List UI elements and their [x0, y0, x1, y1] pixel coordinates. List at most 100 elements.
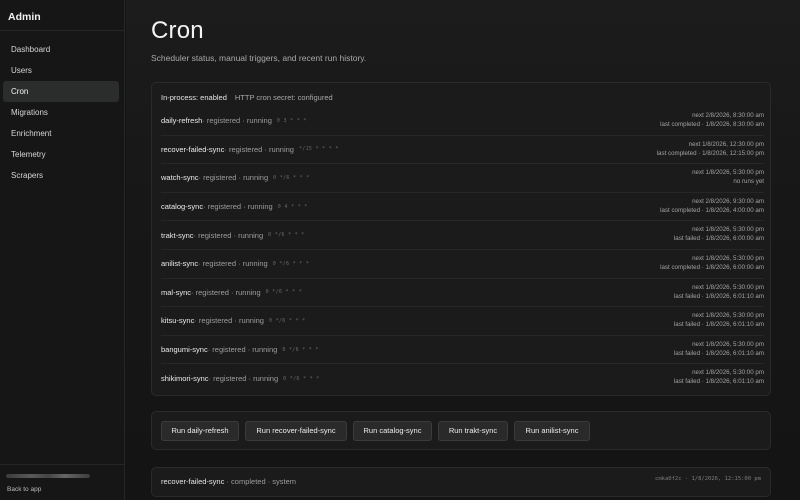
job-state: · registered · running — [194, 316, 264, 326]
scheduler-status: In-process: enabled HTTP cron secret: con… — [161, 93, 333, 102]
sidebar-item-dashboard[interactable]: Dashboard — [3, 39, 119, 60]
job-state: · registered · running — [198, 259, 268, 269]
sidebar-nav: Dashboard Users Cron Migrations Enrichme… — [0, 31, 124, 186]
run-id-timestamp: cmka0f2c · 1/8/2026, 12:15:00 pm — [655, 476, 761, 482]
job-row: daily-refresh · registered · running 0 3 … — [161, 107, 764, 136]
job-state: · registered · running — [191, 287, 261, 297]
app-title: Admin — [0, 0, 124, 31]
job-state: · registered · running — [208, 374, 279, 384]
job-times: next 1/8/2026, 5:30:00 pm last failed · 1… — [674, 225, 764, 243]
job-last-run: last completed · 1/8/2026, 6:00:00 am — [660, 264, 764, 271]
job-times: next 1/8/2026, 12:30:00 pm last completed… — [657, 140, 764, 158]
sidebar-item-scrapers[interactable]: Scrapers — [3, 165, 119, 186]
job-name: watch-sync — [161, 173, 199, 183]
job-next-run: next 2/8/2026, 8:30:00 am — [692, 112, 764, 119]
job-last-run: last failed · 1/8/2026, 6:00:00 am — [673, 235, 764, 243]
run-recover-failed-sync-button[interactable]: Run recover-failed-sync — [245, 421, 347, 441]
job-next-run: next 1/8/2026, 5:30:00 pm — [692, 255, 764, 262]
job-schedule: 0 */6 * * * — [283, 375, 320, 382]
job-last-run: last failed · 1/8/2026, 6:01:10 am — [673, 292, 764, 300]
job-name: shikimori-sync — [161, 374, 209, 384]
job-schedule: 0 */6 * * * — [273, 174, 310, 181]
job-row: catalog-sync · registered · running 0 4 *… — [161, 193, 764, 222]
run-anilist-sync-button[interactable]: Run anilist-sync — [514, 421, 590, 441]
job-state: · registered · running — [193, 230, 264, 240]
page-title: Cron — [151, 17, 204, 44]
job-row: recover-failed-sync · registered · runni… — [161, 136, 764, 165]
job-info: kitsu-sync · registered · running 0 */6 *… — [161, 307, 305, 335]
job-times: next 1/8/2026, 5:30:00 pm last failed · 1… — [674, 368, 764, 386]
job-name: mal-sync — [161, 287, 192, 297]
sidebar-item-enrichment[interactable]: Enrichment — [3, 123, 119, 144]
run-history-panel: recover-failed-sync · completed · system… — [151, 467, 771, 497]
job-name: kitsu-sync — [161, 316, 195, 326]
manual-triggers-panel: Run daily-refresh Run recover-failed-syn… — [151, 411, 771, 450]
job-last-run: last completed · 1/8/2026, 4:00:00 am — [660, 206, 764, 214]
job-name: bangumi-sync — [161, 345, 208, 355]
jobs-panel: In-process: enabled HTTP cron secret: con… — [151, 82, 771, 396]
job-name: daily-refresh — [161, 116, 203, 126]
job-last-run: last failed · 1/8/2026, 6:01:10 am — [673, 349, 764, 357]
job-last-run: no runs yet — [733, 178, 764, 186]
job-row: watch-sync · registered · running 0 */6 *… — [161, 164, 764, 193]
run-trakt-sync-button[interactable]: Run trakt-sync — [438, 421, 508, 441]
job-name: catalog-sync — [161, 202, 204, 212]
job-state: · registered · running — [224, 144, 294, 154]
job-next-run: next 2/8/2026, 9:30:00 am — [692, 197, 764, 205]
sidebar-item-migrations[interactable]: Migrations — [3, 102, 119, 123]
job-info: daily-refresh · registered · running 0 3 … — [161, 107, 307, 135]
run-catalog-sync-button[interactable]: Run catalog-sync — [353, 421, 432, 441]
job-info: catalog-sync · registered · running 0 4 *… — [161, 193, 308, 221]
job-schedule: 0 */6 * * * — [282, 346, 319, 353]
job-schedule: 0 */6 * * * — [265, 289, 303, 296]
user-email-redacted — [6, 474, 90, 478]
job-name: recover-failed-sync — [161, 144, 225, 154]
job-row: shikimori-sync · registered · running 0 *… — [161, 364, 764, 393]
sidebar: Admin Dashboard Users Cron Migrations En… — [0, 0, 125, 500]
job-name: trakt-sync — [161, 230, 194, 240]
job-schedule: 0 */6 * * * — [268, 317, 306, 324]
job-state: · registered · running — [202, 116, 272, 126]
job-state: · registered · running — [198, 173, 269, 183]
job-last-run: last completed · 1/8/2026, 8:30:00 am — [660, 121, 764, 128]
job-next-run: next 1/8/2026, 5:30:00 pm — [692, 312, 764, 320]
job-row: bangumi-sync · registered · running 0 */6… — [161, 336, 764, 365]
sidebar-item-users[interactable]: Users — [3, 60, 119, 81]
job-info: mal-sync · registered · running 0 */6 * *… — [161, 279, 302, 307]
job-times: next 1/8/2026, 5:30:00 pm last failed · 1… — [674, 340, 764, 358]
job-schedule: 0 3 * * * — [276, 117, 307, 124]
job-next-run: next 1/8/2026, 5:30:00 pm — [692, 369, 764, 377]
run-daily-refresh-button[interactable]: Run daily-refresh — [161, 421, 239, 441]
job-schedule: 0 */6 * * * — [268, 232, 305, 239]
sidebar-item-cron[interactable]: Cron — [3, 81, 119, 102]
job-times: next 1/8/2026, 5:30:00 pm last failed · 1… — [674, 311, 764, 329]
sidebar-item-telemetry[interactable]: Telemetry — [3, 144, 119, 165]
back-to-app-link[interactable]: Back to app — [7, 486, 41, 493]
job-row: anilist-sync · registered · running 0 */6… — [161, 250, 764, 279]
cron-secret-status: HTTP cron secret: configured — [234, 93, 333, 102]
job-next-run: next 1/8/2026, 5:30:00 pm — [692, 283, 764, 291]
job-info: bangumi-sync · registered · running 0 */6… — [161, 336, 319, 364]
job-next-run: next 1/8/2026, 5:30:00 pm — [692, 340, 764, 348]
job-name: anilist-sync — [161, 259, 199, 269]
job-times: next 1/8/2026, 5:30:00 pm no runs yet — [692, 168, 764, 186]
job-row: kitsu-sync · registered · running 0 */6 *… — [161, 307, 764, 336]
job-row: mal-sync · registered · running 0 */6 * *… — [161, 279, 764, 308]
job-state: · registered · running — [207, 345, 278, 355]
job-times: next 2/8/2026, 8:30:00 am last completed … — [660, 111, 764, 129]
job-schedule: 0 4 * * * — [277, 203, 308, 210]
job-times: next 1/8/2026, 5:30:00 pm last failed · 1… — [674, 283, 764, 301]
in-process-status: In-process: enabled — [161, 93, 227, 102]
job-last-run: last failed · 1/8/2026, 6:01:10 am — [673, 378, 764, 386]
job-times: next 2/8/2026, 9:30:00 am last completed … — [660, 197, 764, 215]
job-info: shikimori-sync · registered · running 0 *… — [161, 364, 320, 393]
job-state: · registered · running — [203, 202, 273, 212]
job-info: anilist-sync · registered · running 0 */6… — [161, 250, 309, 278]
job-times: next 1/8/2026, 5:30:00 pm last completed … — [660, 254, 764, 272]
job-schedule: 0 */6 * * * — [272, 260, 310, 267]
job-info: watch-sync · registered · running 0 */6 *… — [161, 164, 310, 192]
run-history-row: recover-failed-sync · completed · system — [161, 477, 296, 486]
job-row: trakt-sync · registered · running 0 */6 *… — [161, 221, 764, 250]
job-info: recover-failed-sync · registered · runni… — [161, 136, 339, 164]
job-schedule: */15 * * * * — [298, 146, 339, 153]
